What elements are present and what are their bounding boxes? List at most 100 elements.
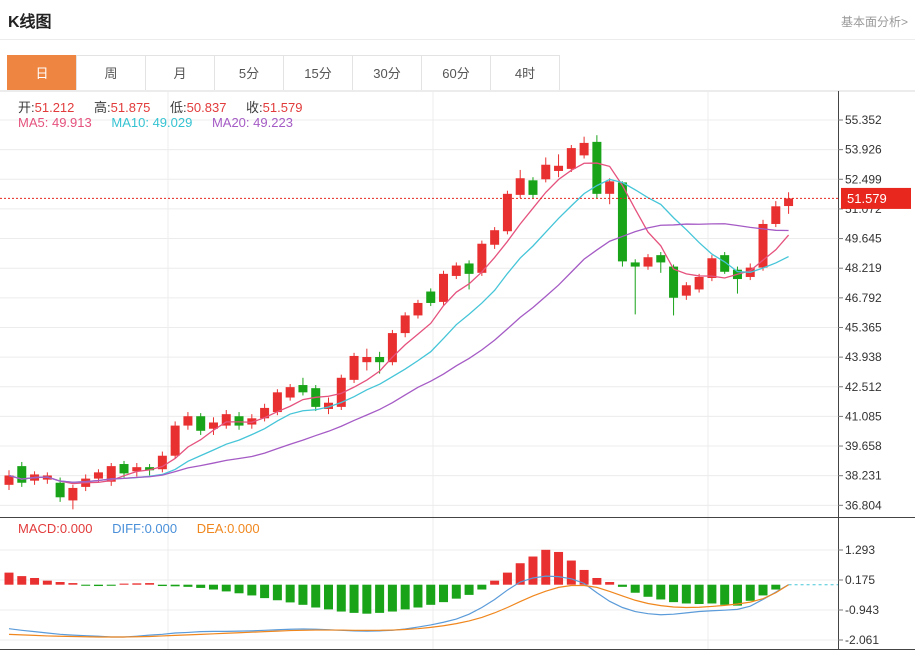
macd-hist-bar — [362, 585, 371, 614]
candle-up — [401, 315, 410, 333]
macd-hist-bar — [465, 585, 474, 595]
candle-down — [618, 182, 627, 261]
candle-down — [298, 385, 307, 392]
price-tick-label: 48.219 — [845, 261, 882, 275]
candle-up — [273, 392, 282, 412]
macd-hist-bar — [235, 585, 244, 594]
macd-hist-bar — [17, 576, 26, 585]
macd-hist-bar — [196, 585, 205, 588]
macd-hist-bar — [120, 584, 129, 585]
macd-hist-bar — [56, 582, 65, 585]
candle-down — [235, 416, 244, 425]
candle-up — [567, 148, 576, 169]
macd-hist-bar — [669, 585, 678, 602]
candle-up — [350, 356, 359, 380]
candle-down — [656, 255, 665, 262]
candle-up — [439, 274, 448, 302]
page-title: K线图 — [8, 8, 52, 32]
macd-hist-bar — [158, 585, 167, 586]
macd-hist-bar — [759, 585, 768, 596]
tab-4hour[interactable]: 4时 — [490, 55, 560, 91]
macd-hist-bar — [30, 578, 39, 585]
macd-hist-bar — [311, 585, 320, 608]
close-readout: 收:51.579 — [246, 100, 302, 115]
macd-hist-bar — [350, 585, 359, 613]
macd-hist-bar — [656, 585, 665, 600]
price-tick-label: 39.658 — [845, 439, 882, 453]
macd-hist-bar — [618, 585, 627, 587]
macd-hist-bar — [260, 585, 269, 598]
macd-value-readout: MACD:0.000 — [18, 521, 92, 536]
candle-down — [56, 483, 65, 498]
macd-hist-bar — [107, 585, 116, 586]
tab-day[interactable]: 日 — [7, 55, 77, 91]
macd-hist-bar — [439, 585, 448, 602]
candle-up — [452, 266, 461, 276]
macd-tick-label: -0.943 — [845, 603, 879, 617]
candle-up — [183, 416, 192, 425]
macd-hist-bar — [273, 585, 282, 601]
macd-hist-bar — [298, 585, 307, 605]
price-tick-label: 36.804 — [845, 498, 882, 512]
macd-hist-bar — [733, 585, 742, 606]
macd-tick-label: 0.175 — [845, 573, 875, 587]
candle-up — [580, 143, 589, 155]
macd-tick-label: -2.061 — [845, 633, 879, 647]
candle-down — [631, 262, 640, 266]
macd-hist-bar — [746, 585, 755, 601]
price-tick-label: 52.499 — [845, 172, 882, 186]
candle-up — [503, 194, 512, 231]
price-tick-label: 45.365 — [845, 320, 882, 334]
macd-hist-bar — [209, 585, 218, 590]
candle-down — [426, 292, 435, 303]
candle-up — [759, 224, 768, 268]
candle-up — [286, 387, 295, 397]
macd-hist-bar — [707, 585, 716, 604]
candle-up — [490, 230, 499, 245]
price-tick-label: 42.512 — [845, 380, 882, 394]
macd-hist-bar — [132, 583, 141, 584]
candle-up — [605, 181, 614, 193]
chart-area[interactable]: 55.35253.92652.49951.07249.64548.21946.7… — [0, 91, 915, 653]
current-price-label: 51.579 — [847, 191, 887, 206]
macd-hist-bar — [477, 585, 486, 590]
macd-hist-bar — [401, 585, 410, 610]
dea-value-readout: DEA:0.000 — [197, 521, 260, 536]
candle-up — [68, 488, 77, 500]
candle-up — [682, 285, 691, 295]
candle-up — [362, 357, 371, 362]
tab-15min[interactable]: 15分 — [283, 55, 353, 91]
price-tick-label: 38.231 — [845, 469, 882, 483]
macd-hist-bar — [324, 585, 333, 610]
price-tick-label: 43.938 — [845, 350, 882, 364]
macd-hist-bar — [68, 583, 77, 585]
macd-hist-bar — [375, 585, 384, 613]
low-readout: 低:50.837 — [170, 100, 226, 115]
price-tick-label: 49.645 — [845, 232, 882, 246]
candle-down — [17, 466, 26, 483]
macd-hist-bar — [490, 581, 499, 585]
tab-week[interactable]: 周 — [76, 55, 146, 91]
tab-30min[interactable]: 30分 — [352, 55, 422, 91]
tab-5min[interactable]: 5分 — [214, 55, 284, 91]
candle-down — [720, 255, 729, 272]
candle-down — [669, 267, 678, 298]
tab-60min[interactable]: 60分 — [421, 55, 491, 91]
macd-readout: MACD:0.000 DIFF:0.000 DEA:0.000 — [18, 521, 276, 536]
fundamental-analysis-link[interactable]: 基本面分析> — [841, 13, 908, 30]
candle-down — [196, 416, 205, 431]
ma5-line — [9, 163, 789, 484]
diff-value-readout: DIFF:0.000 — [112, 521, 177, 536]
macd-hist-bar — [413, 585, 422, 608]
macd-hist-bar — [592, 578, 601, 585]
price-tick-label: 55.352 — [845, 113, 882, 127]
macd-hist-bar — [222, 585, 231, 592]
macd-hist-bar — [452, 585, 461, 599]
candle-up — [771, 206, 780, 224]
macd-hist-bar — [644, 585, 653, 597]
candle-down — [528, 180, 537, 195]
macd-hist-bar — [183, 585, 192, 587]
interval-tabbar: 日 周 月 5分 15分 30分 60分 4时 — [8, 55, 560, 91]
tab-month[interactable]: 月 — [145, 55, 215, 91]
header: K线图 基本面分析> — [0, 0, 915, 40]
